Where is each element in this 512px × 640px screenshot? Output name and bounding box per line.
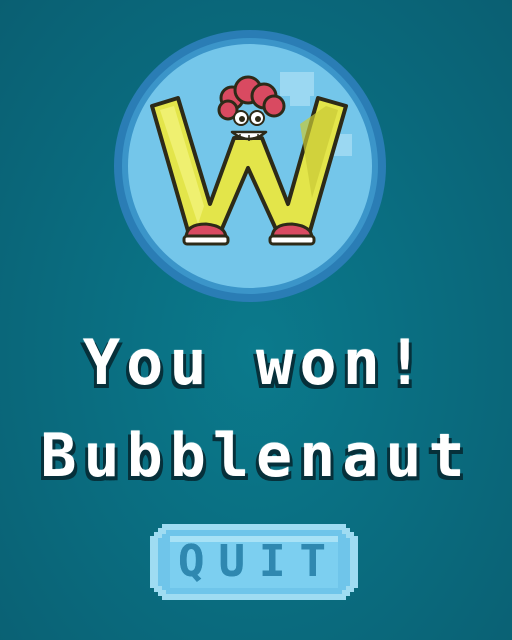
victory-headline: You won! [82, 326, 430, 399]
player-name: Bubblenaut [40, 421, 472, 491]
quit-button[interactable]: QUIT [150, 524, 358, 600]
bubble-w-mascot-icon [114, 30, 386, 302]
quit-button-label: QUIT [178, 536, 340, 587]
win-emblem [112, 28, 388, 304]
